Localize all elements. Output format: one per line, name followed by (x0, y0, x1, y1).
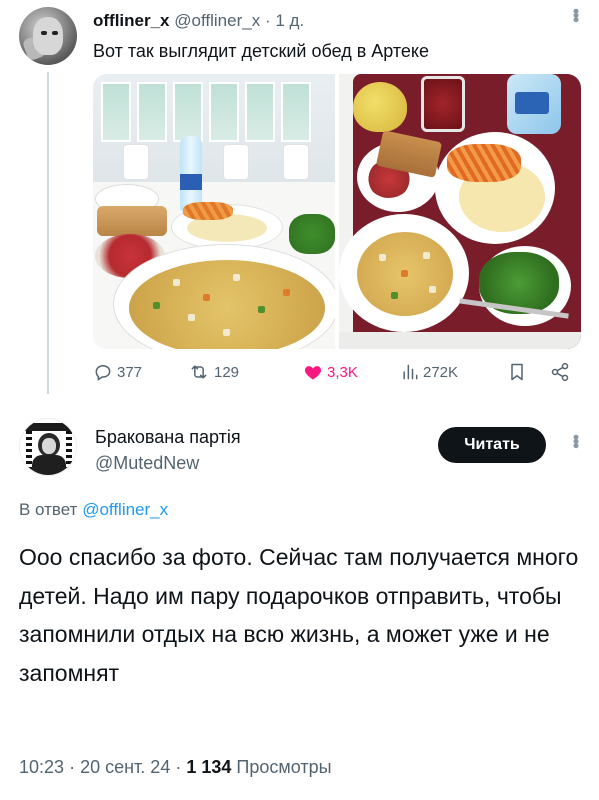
retweet-action[interactable]: 129 (188, 362, 239, 382)
like-count: 3,3K (327, 363, 358, 381)
author-handle[interactable]: @offliner_x (174, 11, 260, 30)
bookmark-icon (508, 362, 526, 382)
reply-action[interactable]: 377 (93, 362, 142, 382)
more-vertical-icon[interactable]: ••• (565, 8, 586, 21)
reply-author-name[interactable]: Бракована партія (95, 427, 241, 448)
reply-text: Ооо спасибо за фото. Сейчас там получает… (19, 544, 579, 686)
bar-chart-icon (401, 362, 419, 382)
bookmark-action[interactable] (508, 362, 526, 382)
heart-icon (303, 362, 323, 382)
tweet-photos (93, 74, 581, 349)
meta-separator: · (264, 11, 271, 30)
reply-time[interactable]: 10:23 (19, 757, 64, 777)
tweet-actions: 377 129 3,3K 272K (93, 362, 583, 388)
reply-views-count: 1 134 (186, 757, 232, 777)
thread-line (47, 72, 49, 394)
follow-button[interactable]: Читать (438, 427, 546, 463)
in-reply-mention-link[interactable]: @offliner_x (82, 500, 168, 519)
reply-footer: 10:23 · 20 сент. 24 · 1 134 Просмотры (19, 757, 332, 778)
views-action[interactable]: 272K (401, 362, 458, 382)
original-tweet[interactable]: offliner_x @offliner_x · 1 д. ••• Вот та… (0, 0, 599, 395)
offliner-avatar[interactable] (19, 7, 77, 65)
in-reply-to: В ответ @offliner_x (19, 500, 168, 520)
tweet-text: Вот так выглядит детский обед в Артеке (93, 41, 430, 61)
share-action[interactable] (549, 362, 571, 382)
retweet-count: 129 (214, 363, 240, 381)
reply-date[interactable]: 20 сент. 24 (80, 757, 170, 777)
muted-new-avatar[interactable] (19, 418, 77, 476)
views-count: 272K (423, 363, 459, 381)
reply-icon (93, 362, 113, 382)
tray-lunch-photo[interactable] (339, 74, 581, 349)
author-name[interactable]: offliner_x (93, 11, 170, 30)
reply-more-vertical-icon[interactable]: ••• (565, 434, 586, 447)
footer-separator: · (175, 757, 182, 777)
reply-views-label: Просмотры (236, 757, 332, 777)
in-reply-prefix: В ответ (19, 500, 78, 519)
canteen-lunch-photo[interactable] (93, 74, 335, 349)
tweet-header: offliner_x @offliner_x · 1 д. (93, 11, 304, 31)
like-action[interactable]: 3,3K (303, 362, 358, 382)
reply-count: 377 (117, 363, 143, 381)
retweet-icon (188, 362, 210, 382)
share-icon (549, 362, 571, 382)
footer-separator: · (69, 757, 76, 777)
tweet-time[interactable]: 1 д. (275, 11, 304, 30)
reply-author-handle[interactable]: @MutedNew (95, 453, 199, 474)
